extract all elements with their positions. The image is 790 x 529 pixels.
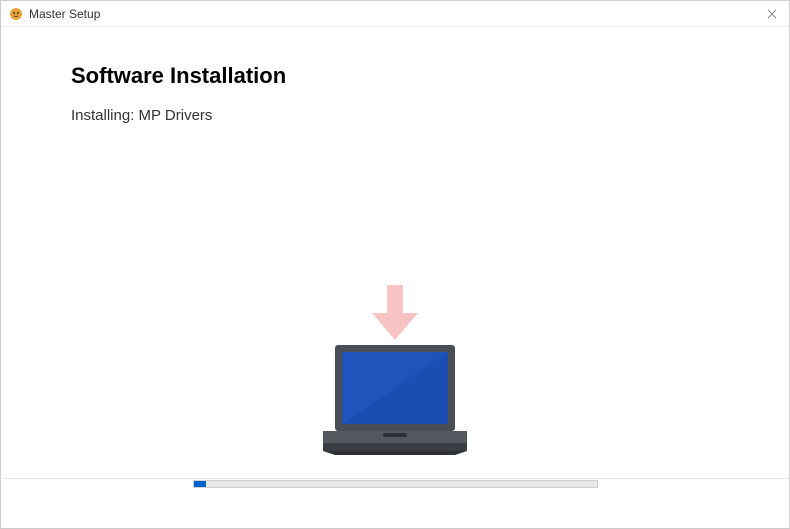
titlebar: Master Setup — [1, 1, 789, 27]
illustration-area — [71, 124, 719, 508]
app-icon — [9, 7, 23, 21]
window-title: Master Setup — [29, 7, 100, 21]
installer-window: Master Setup Software Installation Insta… — [0, 0, 790, 529]
footer-divider — [0, 478, 790, 479]
progress-bar — [193, 480, 598, 488]
progress-fill — [194, 481, 206, 487]
page-heading: Software Installation — [71, 63, 719, 89]
close-button[interactable] — [763, 5, 781, 23]
install-status: Installing: MP Drivers — [71, 107, 719, 124]
laptop-icon — [315, 345, 475, 455]
content-area: Software Installation Installing: MP Dri… — [1, 27, 789, 528]
download-arrow-icon — [370, 285, 420, 345]
install-illustration — [315, 285, 475, 455]
